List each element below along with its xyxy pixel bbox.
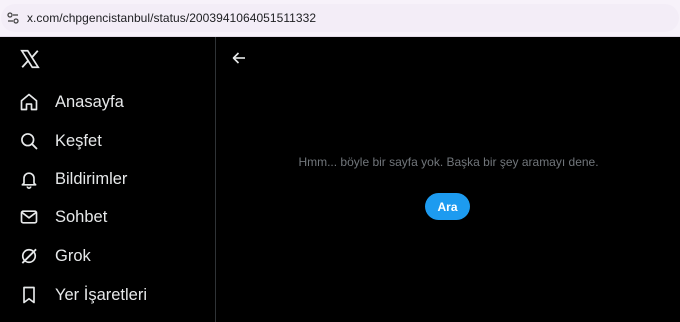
- url-text: x.com/chpgencistanbul/status/20039410640…: [27, 11, 317, 25]
- sidebar-item-grok[interactable]: Grok: [18, 241, 91, 271]
- grok-icon: [18, 245, 40, 267]
- search-icon: [18, 130, 40, 152]
- search-button[interactable]: Ara: [425, 193, 470, 220]
- sidebar-item-label: Sohbet: [55, 207, 108, 226]
- sidebar-item-chat[interactable]: Sohbet: [18, 202, 107, 232]
- sidebar-item-label: Grok: [55, 246, 91, 265]
- mail-icon: [18, 206, 40, 228]
- sidebar-item-label: Anasayfa: [55, 92, 124, 111]
- sidebar-item-notifications[interactable]: Bildirimler: [18, 164, 127, 194]
- sidebar-item-home[interactable]: Anasayfa: [18, 87, 124, 117]
- bookmark-icon: [18, 284, 40, 306]
- site-info-icon[interactable]: [5, 10, 21, 26]
- sidebar-item-label: Keşfet: [55, 131, 102, 150]
- main-content: Hmm... böyle bir sayfa yok. Başka bir şe…: [217, 37, 680, 322]
- url-field[interactable]: x.com/chpgencistanbul/status/20039410640…: [1, 4, 679, 32]
- bell-icon: [18, 168, 40, 190]
- sidebar: Anasayfa Keşfet Bildirimler Sohbet Grok …: [0, 37, 216, 322]
- home-icon: [18, 91, 40, 113]
- x-logo-icon[interactable]: [19, 48, 41, 70]
- sidebar-item-bookmarks[interactable]: Yer İşaretleri: [18, 280, 147, 310]
- sidebar-item-explore[interactable]: Keşfet: [18, 126, 102, 156]
- sidebar-item-label: Yer İşaretleri: [55, 285, 148, 304]
- browser-address-bar: x.com/chpgencistanbul/status/20039410640…: [0, 0, 680, 37]
- sidebar-item-label: Bildirimler: [55, 169, 128, 188]
- back-arrow-icon[interactable]: [229, 48, 249, 68]
- not-found-message: Hmm... böyle bir sayfa yok. Başka bir şe…: [298, 155, 599, 169]
